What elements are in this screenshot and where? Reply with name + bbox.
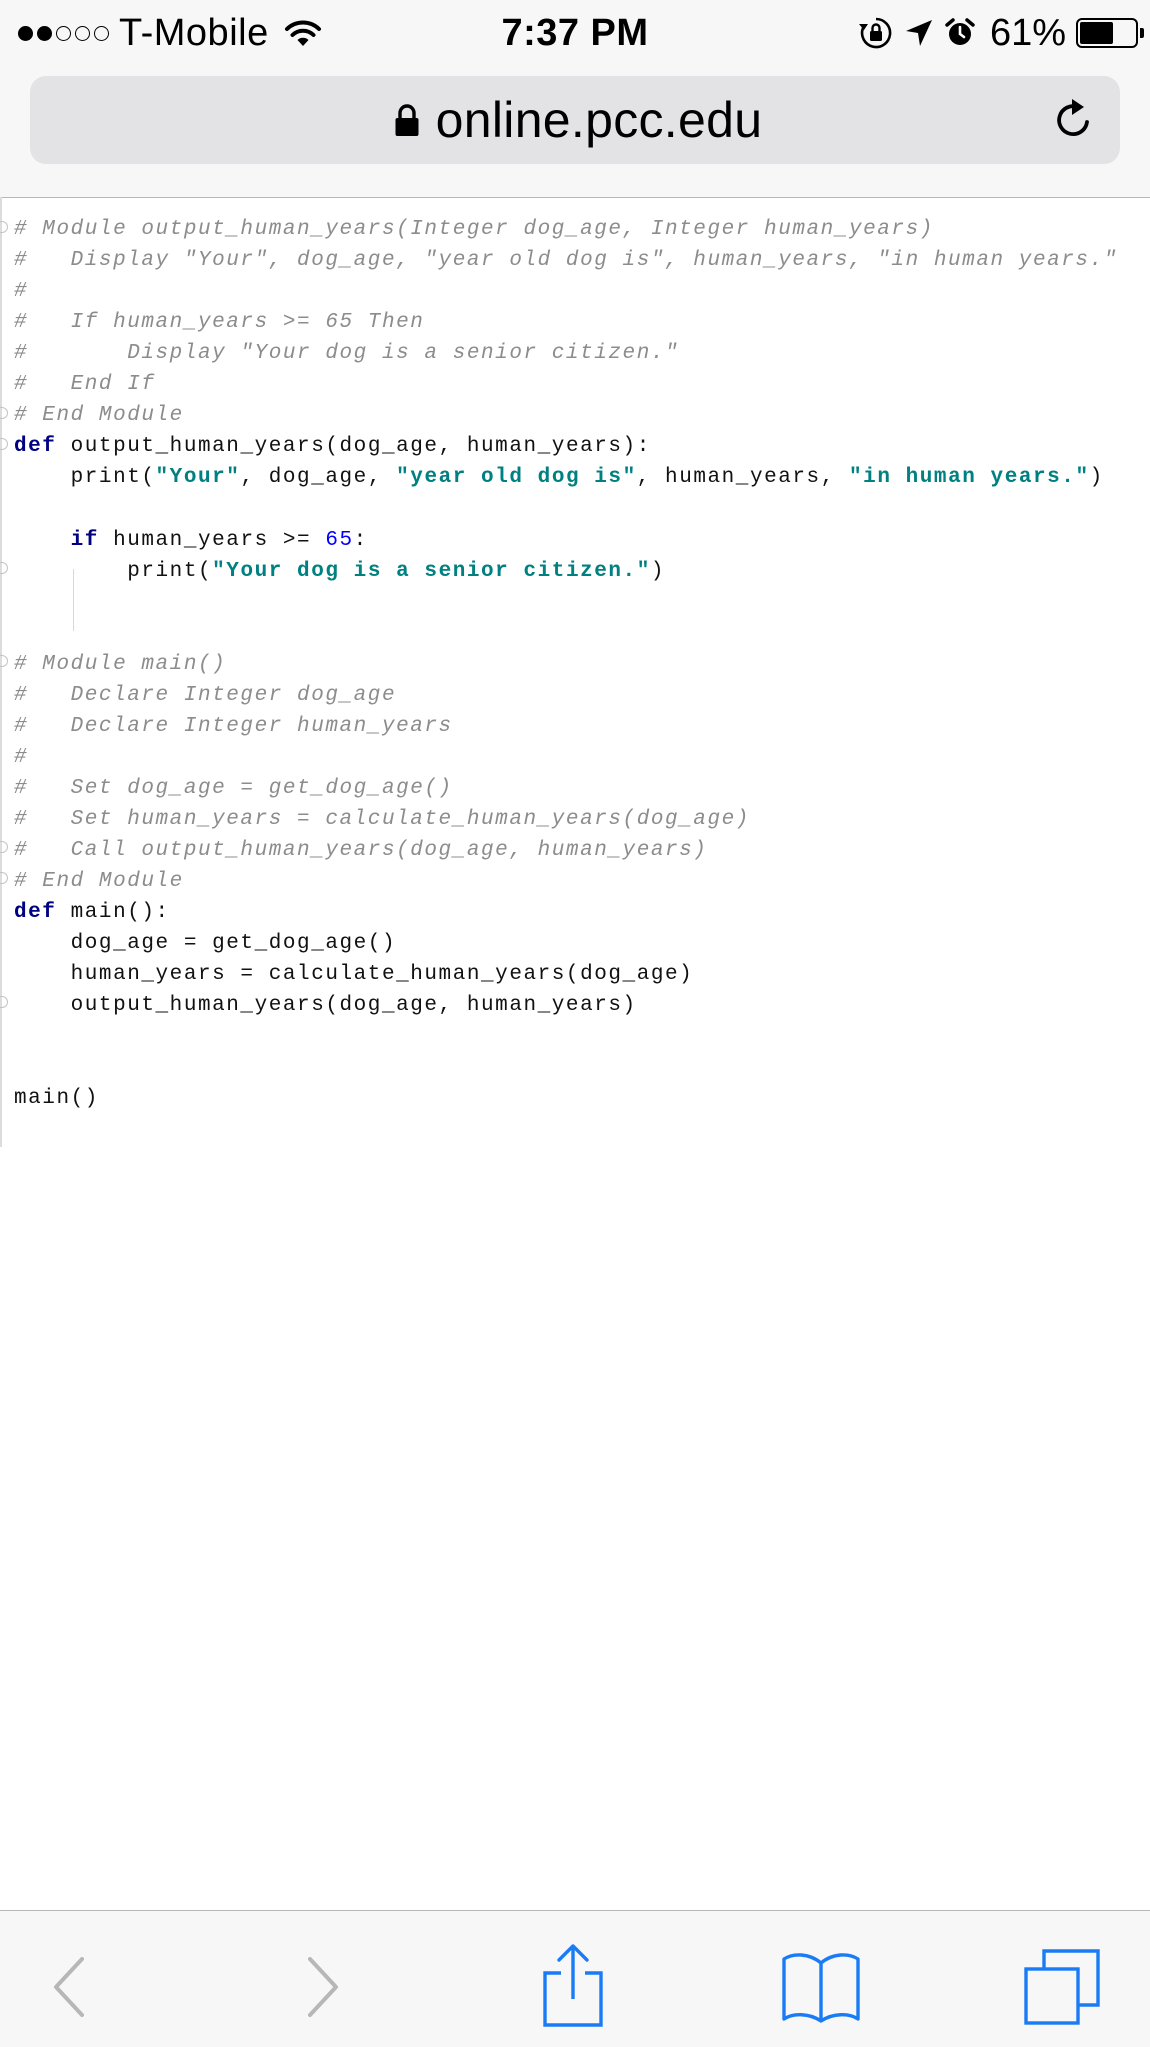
code-token: # Display "Your", dog_age, "year old dog… — [14, 249, 1118, 273]
chevron-left-icon — [54, 1957, 84, 2017]
code-token: , dog_age, — [240, 466, 397, 490]
code-line: # Display "Your", dog_age, "year old dog… — [14, 245, 1118, 276]
code-line: # Set dog_age = get_dog_age() — [14, 773, 453, 804]
code-line: # Module main() — [14, 649, 226, 680]
status-bar: T-Mobile 7:37 PM 61% — [0, 0, 1150, 66]
code-token: # Set dog_age = get_dog_age() — [14, 776, 453, 800]
code-line: # Declare Integer human_years — [14, 711, 453, 742]
tabs-icon — [1024, 1949, 1100, 2025]
code-line: # Call output_human_years(dog_age, human… — [14, 835, 707, 866]
code-line: # — [14, 742, 28, 773]
code-token: # Module main() — [14, 652, 227, 676]
book-icon — [782, 1953, 860, 2023]
code-line: print("Your", dog_age, "year old dog is"… — [14, 462, 1104, 493]
fold-marker[interactable] — [0, 407, 8, 419]
code-token: output_human_years(dog_age, human_years) — [14, 994, 637, 1018]
code-line: # End Module — [14, 400, 184, 431]
battery-icon — [1076, 18, 1144, 48]
fold-marker[interactable] — [0, 996, 8, 1008]
chevron-right-icon — [308, 1957, 338, 2017]
code-token: # End If — [14, 373, 156, 397]
code-token: # Module output_human_years(Integer dog_… — [14, 218, 934, 241]
code-line: # Display "Your dog is a senior citizen.… — [14, 338, 679, 369]
code-token: main() — [14, 1087, 99, 1111]
code-line: # If human_years >= 65 Then — [14, 307, 424, 338]
code-line: # Module output_human_years(Integer dog_… — [14, 214, 934, 245]
code-token: , human_years, — [636, 466, 850, 490]
battery-level — [1080, 22, 1113, 44]
fold-marker[interactable] — [0, 872, 8, 884]
code-token: def — [14, 435, 57, 459]
code-token: 65 — [325, 528, 354, 552]
fold-marker[interactable] — [0, 562, 8, 574]
browser-top-bar: online.pcc.edu — [0, 66, 1150, 198]
code-line: dog_age = get_dog_age() — [14, 928, 396, 959]
code-token: # — [14, 280, 29, 304]
code-token: "Your dog is a senior citizen." — [212, 559, 651, 583]
tabs-button[interactable] — [1022, 1947, 1102, 2027]
code-token: human_years = calculate_human_years(dog_… — [14, 963, 694, 987]
code-view: # Module output_human_years(Integer dog_… — [0, 197, 1150, 1147]
orientation-lock-icon — [858, 17, 892, 49]
code-token: # Set human_years = calculate_human_year… — [14, 807, 750, 831]
fold-marker[interactable] — [0, 438, 8, 450]
alarm-icon — [945, 18, 975, 45]
battery-percent: 61% — [989, 11, 1066, 54]
code-line: def output_human_years(dog_age, human_ye… — [14, 431, 651, 462]
code-token: ) — [1089, 466, 1104, 490]
url-text[interactable]: online.pcc.edu — [436, 91, 763, 149]
code-token: "in human years." — [849, 466, 1090, 490]
share-button[interactable] — [533, 1935, 613, 2035]
fold-marker[interactable] — [0, 221, 8, 233]
bookmarks-button[interactable] — [778, 1947, 864, 2027]
code-token: if — [70, 528, 99, 552]
bottom-toolbar — [0, 1910, 1150, 2047]
share-icon — [543, 1944, 603, 2027]
code-token: "Your" — [155, 466, 241, 490]
location-arrow-icon — [905, 20, 932, 46]
code-line: main() — [14, 1083, 99, 1114]
code-token: # End Module — [14, 870, 184, 894]
code-line: output_human_years(dog_age, human_years) — [14, 990, 637, 1021]
code-token: def — [14, 901, 57, 925]
code-token: : — [353, 528, 368, 552]
code-token: # Call output_human_years(dog_age, human… — [14, 839, 708, 862]
code-line: # End Module — [14, 866, 184, 897]
indent-guide — [73, 569, 74, 631]
code-token: # Declare Integer human_years — [14, 714, 453, 738]
code-token: # — [14, 745, 29, 769]
code-token: # Declare Integer dog_age — [14, 683, 397, 707]
code-line: print("Your dog is a senior citizen.") — [14, 556, 665, 587]
code-token: human_years >= — [98, 528, 326, 552]
code-token: dog_age = get_dog_age() — [14, 932, 397, 956]
lock-icon — [395, 104, 419, 136]
code-line: # End If — [14, 369, 156, 400]
url-container[interactable]: online.pcc.edu — [30, 76, 1030, 164]
forward-button[interactable] — [284, 1947, 364, 2027]
reload-icon[interactable] — [1050, 96, 1098, 144]
back-button[interactable] — [28, 1947, 108, 2027]
code-line: # Declare Integer dog_age — [14, 680, 396, 711]
code-token: print( — [14, 559, 213, 583]
code-token: main(): — [56, 901, 170, 925]
address-bar[interactable]: online.pcc.edu — [30, 76, 1120, 164]
code-line: def main(): — [14, 897, 170, 928]
code-line: # — [14, 276, 28, 307]
code-token: # Display "Your dog is a senior citizen.… — [14, 342, 680, 366]
code-token: # End Module — [14, 404, 184, 428]
code-token: print( — [14, 466, 156, 490]
code-token: output_human_years(dog_age, human_years)… — [56, 435, 651, 459]
fold-marker[interactable] — [0, 841, 8, 853]
code-token: ) — [650, 559, 666, 583]
fold-marker[interactable] — [0, 655, 8, 667]
status-right: 61% — [858, 8, 1144, 58]
code-line: human_years = calculate_human_years(dog_… — [14, 959, 693, 990]
code-line: # Set human_years = calculate_human_year… — [14, 804, 750, 835]
code-line: if human_years >= 65: — [14, 525, 368, 556]
code-token: # If human_years >= 65 Then — [14, 311, 425, 335]
code-token: "year old dog is" — [396, 466, 637, 490]
